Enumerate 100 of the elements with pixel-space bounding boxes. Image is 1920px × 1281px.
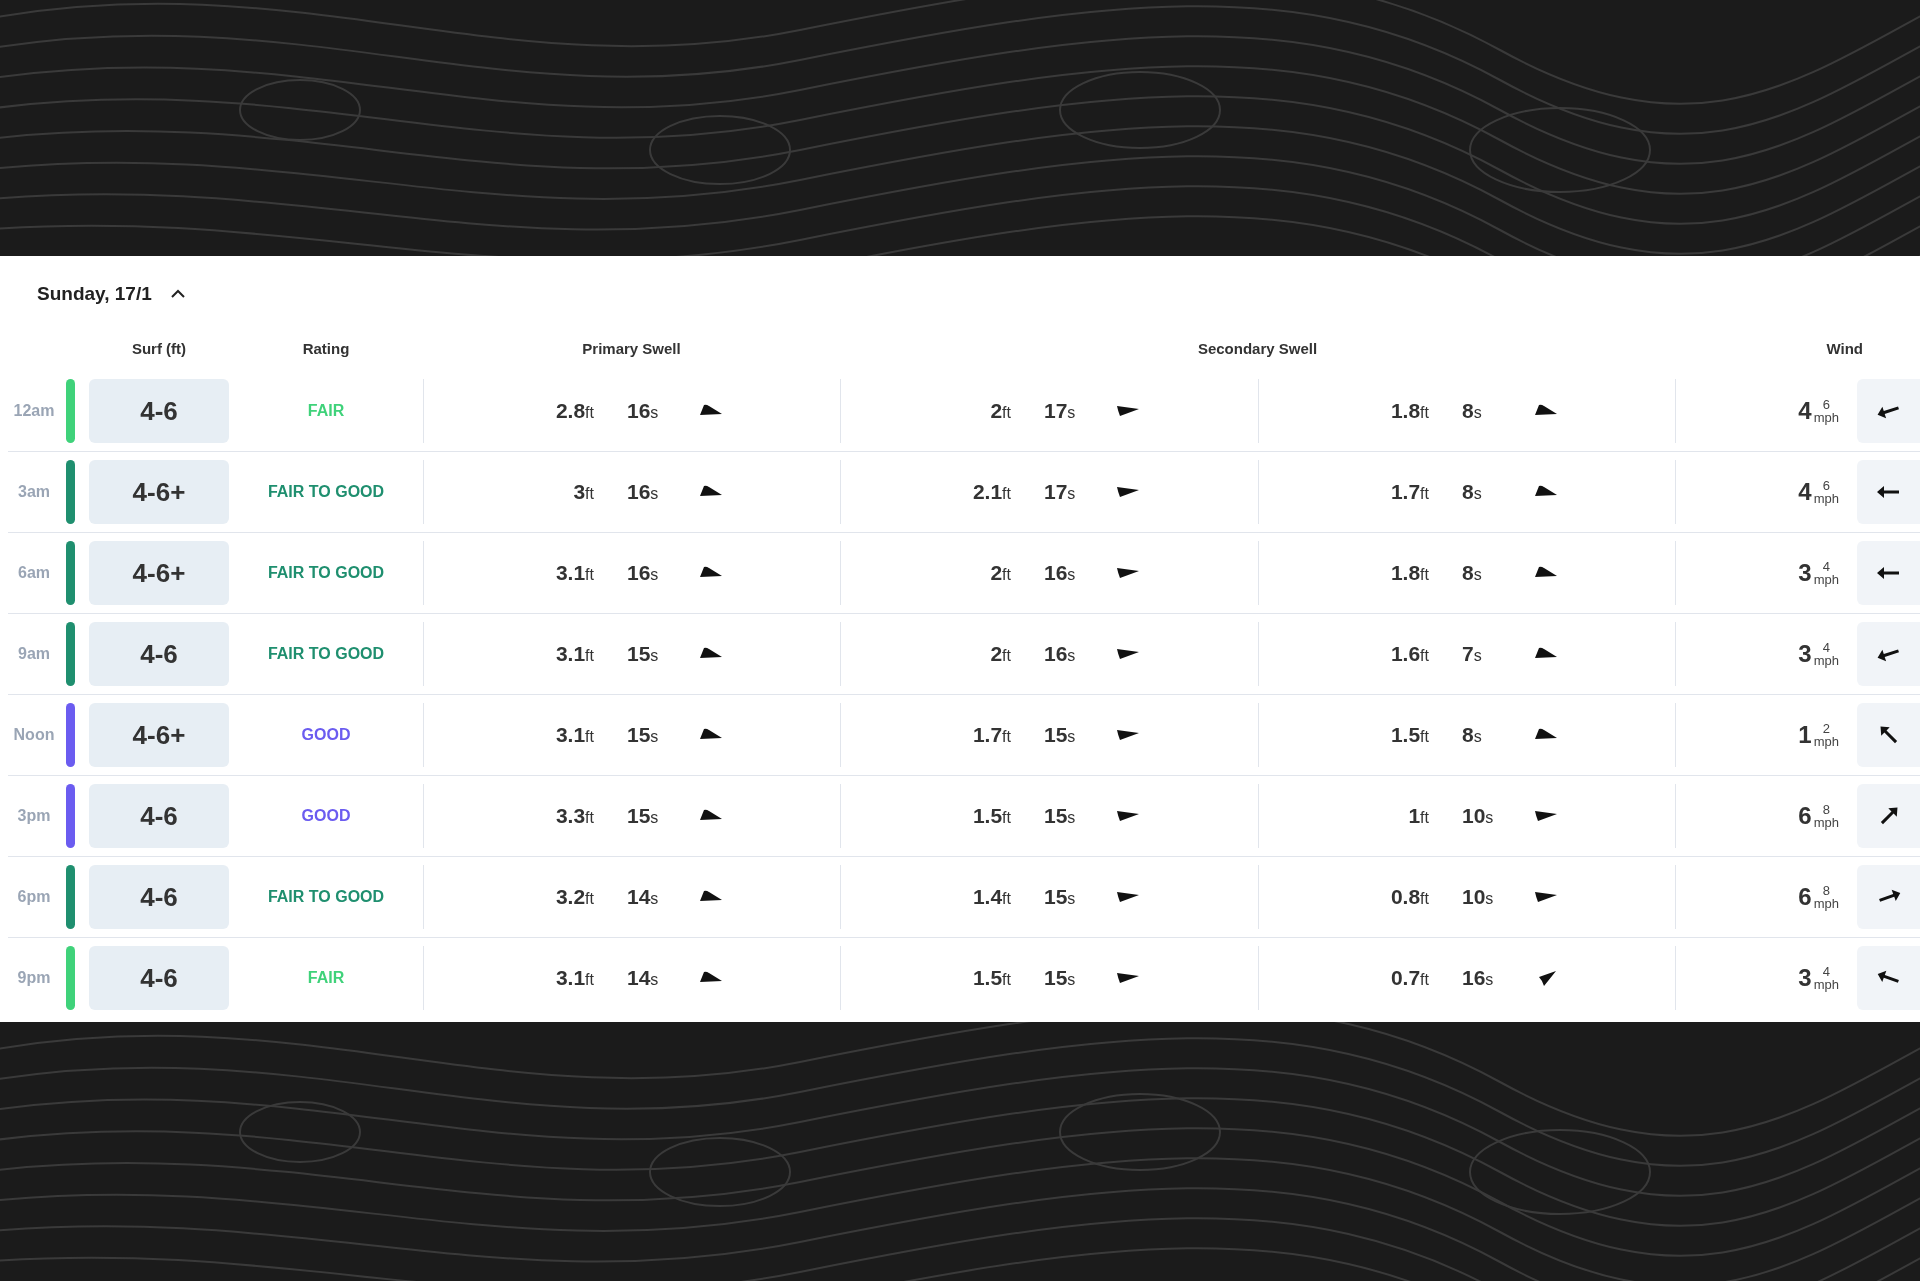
wind-gust: 6 bbox=[1822, 479, 1830, 492]
column-header: Primary Swell bbox=[582, 340, 681, 357]
rating-label: FAIR TO GOOD bbox=[266, 564, 386, 582]
swell-height: 3.1ft bbox=[554, 642, 594, 666]
surf-height: 4-6 bbox=[89, 865, 229, 929]
rating-label: FAIR TO GOOD bbox=[266, 645, 386, 663]
rating-label: FAIR bbox=[306, 969, 346, 987]
wind-unit: mph bbox=[1813, 897, 1839, 910]
rating-label: FAIR bbox=[306, 402, 346, 420]
wind-speed: 6 bbox=[1798, 802, 1812, 830]
surf-height: 4-6+ bbox=[89, 460, 229, 524]
wind-speed: 6 bbox=[1798, 883, 1812, 911]
surf-height: 4-6 bbox=[89, 946, 229, 1010]
swell-height: 3.1ft bbox=[554, 723, 594, 747]
swell-height: 2ft bbox=[989, 642, 1011, 666]
swell-period: 15s bbox=[1044, 966, 1077, 990]
swell-period: 15s bbox=[627, 804, 660, 828]
wind-unit: mph bbox=[1813, 492, 1839, 505]
time-label: 3am bbox=[17, 483, 51, 501]
swell-period: 10s bbox=[1462, 885, 1495, 909]
swell-period: 14s bbox=[627, 966, 660, 990]
column-header: Secondary Swell bbox=[1197, 340, 1318, 357]
wind-direction-button[interactable] bbox=[1857, 541, 1920, 605]
swell-height: 1.8ft bbox=[1389, 399, 1429, 423]
swell-height: 3.1ft bbox=[554, 966, 594, 990]
time-label: 6pm bbox=[16, 888, 52, 906]
swell-period: 10s bbox=[1462, 804, 1495, 828]
swell-height: 2ft bbox=[989, 561, 1011, 585]
wind-direction-button[interactable] bbox=[1857, 379, 1920, 443]
swell-period: 8s bbox=[1462, 480, 1483, 504]
wind-direction-button[interactable] bbox=[1857, 622, 1920, 686]
time-label: 3pm bbox=[16, 807, 52, 825]
wind-direction-button[interactable] bbox=[1857, 946, 1920, 1010]
wind-unit: mph bbox=[1813, 816, 1839, 829]
swell-height: 2.8ft bbox=[554, 399, 594, 423]
swell-height: 1.5ft bbox=[971, 804, 1011, 828]
wind-speed: 4 bbox=[1798, 478, 1812, 506]
wind-speed: 1 bbox=[1798, 721, 1812, 749]
swell-height: 3ft bbox=[572, 480, 594, 504]
column-header: Surf (ft) bbox=[130, 339, 188, 359]
time-label: Noon bbox=[12, 726, 56, 744]
wind-unit: mph bbox=[1813, 573, 1839, 586]
wind-speed: 4 bbox=[1798, 397, 1812, 425]
wind-direction-button[interactable] bbox=[1857, 460, 1920, 524]
swell-period: 16s bbox=[1044, 642, 1077, 666]
surf-height: 4-6 bbox=[89, 622, 229, 686]
swell-period: 17s bbox=[1044, 480, 1077, 504]
wind-speed: 3 bbox=[1798, 964, 1812, 992]
wind-speed: 3 bbox=[1798, 640, 1812, 668]
wind-unit: mph bbox=[1813, 654, 1839, 667]
wind-speed: 3 bbox=[1798, 559, 1812, 587]
swell-height: 1.7ft bbox=[971, 723, 1011, 747]
swell-height: 0.7ft bbox=[1389, 966, 1429, 990]
wind-unit: mph bbox=[1813, 978, 1839, 991]
swell-height: 0.8ft bbox=[1389, 885, 1429, 909]
swell-period: 8s bbox=[1462, 399, 1483, 423]
swell-period: 8s bbox=[1462, 723, 1483, 747]
surf-height: 4-6+ bbox=[89, 703, 229, 767]
time-label: 12am bbox=[12, 402, 56, 420]
wind-gust: 8 bbox=[1822, 803, 1830, 816]
swell-period: 16s bbox=[1462, 966, 1495, 990]
time-label: 9am bbox=[17, 645, 51, 663]
swell-height: 1ft bbox=[1407, 804, 1429, 828]
time-label: 9pm bbox=[16, 969, 52, 987]
swell-period: 16s bbox=[1044, 561, 1077, 585]
rating-label: GOOD bbox=[300, 807, 352, 825]
swell-height: 3.3ft bbox=[554, 804, 594, 828]
swell-period: 15s bbox=[1044, 885, 1077, 909]
swell-height: 1.6ft bbox=[1389, 642, 1429, 666]
swell-period: 16s bbox=[627, 561, 660, 585]
swell-period: 15s bbox=[627, 642, 660, 666]
day-toggle[interactable]: Sunday, 17/1 bbox=[37, 283, 152, 305]
wind-gust: 6 bbox=[1822, 398, 1830, 411]
swell-period: 8s bbox=[1462, 561, 1483, 585]
wind-direction-button[interactable] bbox=[1857, 784, 1920, 848]
wind-gust: 2 bbox=[1822, 722, 1830, 735]
wind-gust: 4 bbox=[1822, 560, 1830, 573]
swell-height: 1.5ft bbox=[971, 966, 1011, 990]
swell-period: 14s bbox=[627, 885, 660, 909]
time-label: 6am bbox=[17, 564, 51, 582]
swell-period: 15s bbox=[627, 723, 660, 747]
wind-unit: mph bbox=[1813, 735, 1839, 748]
column-header: Rating bbox=[301, 339, 351, 359]
surf-height: 4-6 bbox=[89, 784, 229, 848]
swell-period: 16s bbox=[627, 399, 660, 423]
swell-period: 15s bbox=[1044, 804, 1077, 828]
swell-period: 17s bbox=[1044, 399, 1077, 423]
swell-height: 3.2ft bbox=[554, 885, 594, 909]
wind-unit: mph bbox=[1813, 411, 1839, 424]
swell-height: 1.7ft bbox=[1389, 480, 1429, 504]
swell-height: 1.5ft bbox=[1389, 723, 1429, 747]
swell-height: 1.8ft bbox=[1389, 561, 1429, 585]
wind-gust: 4 bbox=[1822, 965, 1830, 978]
rating-label: FAIR TO GOOD bbox=[266, 888, 386, 906]
wind-direction-button[interactable] bbox=[1857, 865, 1920, 929]
swell-height: 3.1ft bbox=[554, 561, 594, 585]
wind-gust: 4 bbox=[1822, 641, 1830, 654]
chevron-icon[interactable] bbox=[169, 289, 186, 299]
swell-height: 2.1ft bbox=[971, 480, 1011, 504]
wind-direction-button[interactable] bbox=[1857, 703, 1920, 767]
